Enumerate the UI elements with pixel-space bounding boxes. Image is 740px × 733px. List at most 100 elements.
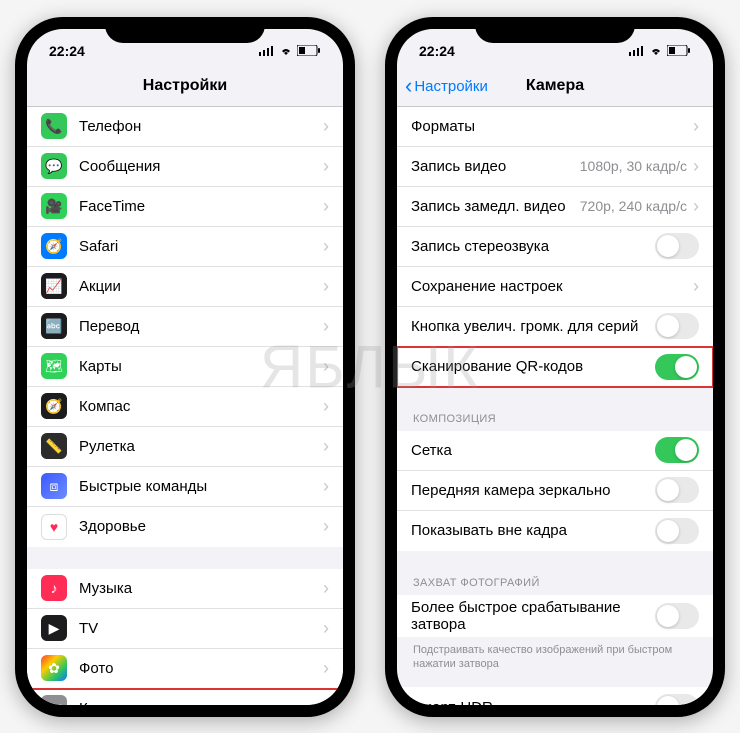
row-label: Сканирование QR-кодов bbox=[411, 358, 655, 375]
row-label: Кнопка увелич. громк. для серий bbox=[411, 318, 655, 335]
camera-row-slomo[interactable]: Запись замедл. видео720p, 240 кадр/с› bbox=[397, 187, 713, 227]
screen-right: 22:24 ‹ Настройки Камера Форматы›Запись … bbox=[397, 29, 713, 705]
toggle-knob bbox=[675, 356, 697, 378]
toggle-knob bbox=[657, 605, 679, 627]
row-label: Показывать вне кадра bbox=[411, 522, 655, 539]
status-right bbox=[259, 45, 321, 56]
camera-row-fastshutter[interactable]: Более быстрое срабатывание затвора bbox=[397, 595, 713, 637]
chevron-right-icon: › bbox=[323, 396, 329, 417]
group-footer: Подстраивать качество изображений при бы… bbox=[397, 637, 713, 676]
chevron-right-icon: › bbox=[323, 658, 329, 679]
camera-row-preserve[interactable]: Сохранение настроек› bbox=[397, 267, 713, 307]
row-label: Быстрые команды bbox=[79, 478, 323, 495]
camera-row-volup[interactable]: Кнопка увелич. громк. для серий bbox=[397, 307, 713, 347]
settings-row-phone[interactable]: 📞Телефон› bbox=[27, 107, 343, 147]
camera-row-qr[interactable]: Сканирование QR-кодов bbox=[397, 347, 713, 387]
row-label: Рулетка bbox=[79, 438, 323, 455]
row-label: FaceTime bbox=[79, 198, 323, 215]
toggle-mirror[interactable] bbox=[655, 477, 699, 503]
camera-row-smarthdr[interactable]: Смарт-HDR bbox=[397, 687, 713, 704]
settings-row-compass[interactable]: 🧭Компас› bbox=[27, 387, 343, 427]
toggle-volup[interactable] bbox=[655, 313, 699, 339]
notch bbox=[475, 17, 635, 43]
safari-icon: 🧭 bbox=[41, 233, 67, 259]
content-right: Форматы›Запись видео1080p, 30 кадр/с›Зап… bbox=[397, 107, 713, 705]
toggle-qr[interactable] bbox=[655, 354, 699, 380]
settings-row-translate[interactable]: 🔤 Перевод› bbox=[27, 307, 343, 347]
camera-row-stereo[interactable]: Запись стереозвука bbox=[397, 227, 713, 267]
settings-row-health[interactable]: ♥ Здоровье› bbox=[27, 507, 343, 547]
settings-row-stocks[interactable]: 📈Акции› bbox=[27, 267, 343, 307]
camera-row-formats[interactable]: Форматы› bbox=[397, 107, 713, 147]
settings-row-music[interactable]: ♪Музыка› bbox=[27, 569, 343, 609]
row-label: Акции bbox=[79, 278, 323, 295]
tv-icon: ▶ bbox=[41, 615, 67, 641]
translate-icon: 🔤 bbox=[41, 313, 67, 339]
music-icon: ♪ bbox=[41, 575, 67, 601]
settings-row-measure[interactable]: 📏 Рулетка› bbox=[27, 427, 343, 467]
settings-row-camera[interactable]: 📷Камера› bbox=[27, 689, 343, 705]
camera-row-video[interactable]: Запись видео1080p, 30 кадр/с› bbox=[397, 147, 713, 187]
settings-row-photos[interactable]: ✿Фото› bbox=[27, 649, 343, 689]
camera-row-grid[interactable]: Сетка bbox=[397, 431, 713, 471]
measure-icon: 📏 bbox=[41, 433, 67, 459]
back-button[interactable]: ‹ Настройки bbox=[405, 75, 488, 97]
navbar: Настройки bbox=[27, 67, 343, 107]
toggle-fastshutter[interactable] bbox=[655, 603, 699, 629]
row-label: Фото bbox=[79, 660, 323, 677]
row-label: Перевод bbox=[79, 318, 323, 335]
battery-icon bbox=[297, 45, 321, 56]
chevron-right-icon: › bbox=[323, 316, 329, 337]
settings-row-messages[interactable]: 💬Сообщения› bbox=[27, 147, 343, 187]
settings-row-facetime[interactable]: 🎥FaceTime› bbox=[27, 187, 343, 227]
settings-row-shortcuts[interactable]: ⧈ Быстрые команды› bbox=[27, 467, 343, 507]
chevron-right-icon: › bbox=[323, 156, 329, 177]
row-label: Телефон bbox=[79, 118, 323, 135]
row-label: Здоровье bbox=[79, 518, 323, 535]
row-label: Передняя камера зеркально bbox=[411, 482, 655, 499]
chevron-right-icon: › bbox=[693, 156, 699, 177]
row-label: Запись стереозвука bbox=[411, 238, 655, 255]
group-header: КОМПОЗИЦИЯ bbox=[397, 409, 713, 431]
compass-icon: 🧭 bbox=[41, 393, 67, 419]
group-header: ЗАХВАТ ФОТОГРАФИЙ bbox=[397, 573, 713, 595]
toggle-grid[interactable] bbox=[655, 437, 699, 463]
chevron-right-icon: › bbox=[693, 276, 699, 297]
row-detail: 720p, 240 кадр/с bbox=[580, 198, 687, 214]
wifi-icon bbox=[649, 46, 663, 56]
facetime-icon: 🎥 bbox=[41, 193, 67, 219]
back-label: Настройки bbox=[414, 78, 488, 95]
chevron-right-icon: › bbox=[323, 578, 329, 599]
row-label: Карты bbox=[79, 358, 323, 375]
chevron-right-icon: › bbox=[323, 276, 329, 297]
toggle-knob bbox=[657, 235, 679, 257]
chevron-right-icon: › bbox=[323, 698, 329, 705]
navbar: ‹ Настройки Камера bbox=[397, 67, 713, 107]
chevron-left-icon: ‹ bbox=[405, 75, 412, 97]
camera-icon: 📷 bbox=[41, 695, 67, 705]
chevron-right-icon: › bbox=[323, 436, 329, 457]
chevron-right-icon: › bbox=[323, 516, 329, 537]
settings-row-maps[interactable]: 🗺Карты› bbox=[27, 347, 343, 387]
chevron-right-icon: › bbox=[323, 476, 329, 497]
shortcuts-icon: ⧈ bbox=[41, 473, 67, 499]
camera-row-mirror[interactable]: Передняя камера зеркально bbox=[397, 471, 713, 511]
toggle-knob bbox=[675, 439, 697, 461]
row-label: Сетка bbox=[411, 442, 655, 459]
settings-row-safari[interactable]: 🧭Safari› bbox=[27, 227, 343, 267]
messages-icon: 💬 bbox=[41, 153, 67, 179]
row-label: Форматы bbox=[411, 118, 693, 135]
screen-left: 22:24 Настройки 📞Телефон›💬Сообщения› 🎥 Fac… bbox=[27, 29, 343, 705]
row-label: Сохранение настроек bbox=[411, 278, 693, 295]
health-icon: ♥ bbox=[41, 514, 67, 540]
toggle-outside[interactable] bbox=[655, 518, 699, 544]
status-time: 22:24 bbox=[419, 43, 455, 59]
camera-row-outside[interactable]: Показывать вне кадра bbox=[397, 511, 713, 551]
chevron-right-icon: › bbox=[323, 618, 329, 639]
toggle-stereo[interactable] bbox=[655, 233, 699, 259]
toggle-smarthdr[interactable] bbox=[655, 694, 699, 704]
notch bbox=[105, 17, 265, 43]
settings-row-tv[interactable]: ▶TV› bbox=[27, 609, 343, 649]
status-time: 22:24 bbox=[49, 43, 85, 59]
battery-icon bbox=[667, 45, 691, 56]
